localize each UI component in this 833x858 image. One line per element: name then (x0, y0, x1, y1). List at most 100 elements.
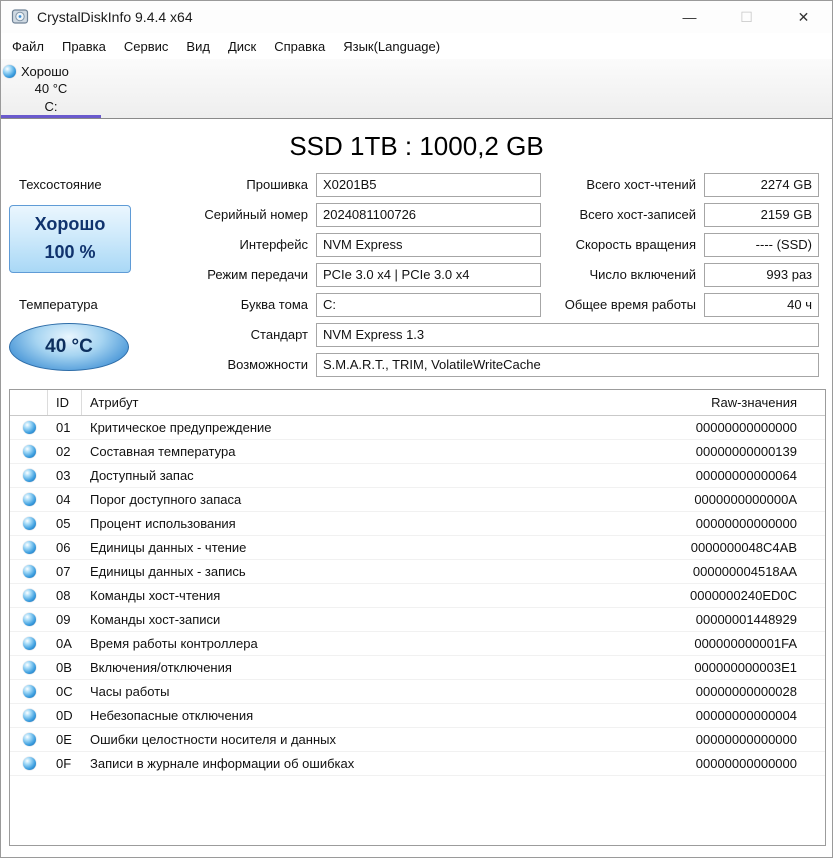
info-row: Прошивка X0201B5 (101, 173, 541, 197)
info-label: Прошивка (246, 177, 308, 192)
info-field[interactable]: 2024081100726 (316, 203, 541, 227)
info-row: Всего хост-записей 2159 GB (541, 203, 819, 227)
menu-item[interactable]: Файл (3, 35, 53, 58)
smart-raw-value: 00000000000004 (695, 708, 797, 723)
maximize-button[interactable]: ☐ (718, 1, 775, 33)
smart-id: 0D (56, 708, 73, 723)
info-field[interactable]: S.M.A.R.T., TRIM, VolatileWriteCache (316, 353, 819, 377)
info-row: Серийный номер 2024081100726 (101, 203, 541, 227)
raw-column-header[interactable]: Raw-значения (605, 390, 825, 415)
info-field[interactable]: 993 раз (704, 263, 819, 287)
smart-row[interactable]: 05 Процент использования 00000000000000 (10, 512, 825, 536)
smart-attribute: Небезопасные отключения (90, 708, 254, 723)
info-row: Стандарт NVM Express 1.3 (101, 323, 819, 347)
health-percent-text: 100 % (44, 242, 96, 262)
smart-raw-value: 00000001448929 (695, 612, 797, 627)
smart-attribute: Составная температура (90, 444, 236, 459)
smart-row[interactable]: 0D Небезопасные отключения 0000000000000… (10, 704, 825, 728)
menu-item[interactable]: Диск (219, 35, 265, 58)
menu-item[interactable]: Язык(Language) (334, 35, 449, 58)
smart-row[interactable]: 03 Доступный запас 00000000000064 (10, 464, 825, 488)
smart-raw-value: 000000000003E1 (694, 660, 797, 675)
smart-id: 0F (56, 756, 72, 771)
smart-id: 02 (56, 444, 71, 459)
info-row: Режим передачи PCIe 3.0 x4 | PCIe 3.0 x4 (101, 263, 541, 287)
drive-tab-letter: C: (44, 99, 58, 114)
drive-tab-temperature: 40 °C (34, 81, 68, 96)
smart-attribute: Включения/отключения (90, 660, 232, 675)
info-row: Общее время работы 40 ч (541, 293, 819, 317)
smart-raw-value: 0000000048C4AB (690, 540, 797, 555)
menu-item[interactable]: Справка (265, 35, 334, 58)
info-field[interactable]: 2159 GB (704, 203, 819, 227)
smart-raw-value: 00000000000000 (695, 756, 797, 771)
info-label: Скорость вращения (575, 237, 696, 252)
info-row: Интерфейс NVM Express (101, 233, 541, 257)
smart-raw-value: 000000004518AA (692, 564, 797, 579)
selected-tab-underline (1, 115, 101, 118)
info-label: Буква тома (240, 297, 308, 312)
close-button[interactable]: ✕ (775, 1, 832, 33)
smart-row[interactable]: 0F Записи в журнале информации об ошибка… (10, 752, 825, 776)
status-orb-icon (22, 565, 36, 578)
smart-row[interactable]: 0B Включения/отключения 000000000003E1 (10, 656, 825, 680)
smart-attribute: Единицы данных - чтение (90, 540, 247, 555)
smart-id: 04 (56, 492, 71, 507)
info-fields-middle: Прошивка X0201B5 Серийный номер 20240811… (101, 173, 541, 323)
smart-row[interactable]: 0E Ошибки целостности носителя и данных … (10, 728, 825, 752)
smart-row[interactable]: 09 Команды хост-записи 00000001448929 (10, 608, 825, 632)
smart-row[interactable]: 0A Время работы контроллера 000000000001… (10, 632, 825, 656)
smart-attribute: Часы работы (90, 684, 170, 699)
minimize-button[interactable]: — (661, 1, 718, 33)
info-field[interactable]: X0201B5 (316, 173, 541, 197)
status-orb-icon (22, 589, 36, 602)
smart-row[interactable]: 07 Единицы данных - запись 000000004518A… (10, 560, 825, 584)
info-label: Серийный номер (204, 207, 308, 222)
info-field[interactable]: 2274 GB (704, 173, 819, 197)
smart-row[interactable]: 06 Единицы данных - чтение 0000000048C4A… (10, 536, 825, 560)
id-column-header[interactable]: ID (48, 390, 82, 415)
status-column-header[interactable] (10, 390, 48, 415)
smart-id: 08 (56, 588, 71, 603)
smart-raw-value: 00000000000000 (695, 732, 797, 747)
info-field[interactable]: ---- (SSD) (704, 233, 819, 257)
smart-row[interactable]: 01 Критическое предупреждение 0000000000… (10, 416, 825, 440)
smart-attribute: Время работы контроллера (90, 636, 258, 651)
smart-id: 01 (56, 420, 71, 435)
info-field[interactable]: 40 ч (704, 293, 819, 317)
status-orb-icon (22, 733, 36, 746)
drive-title: SSD 1TB : 1000,2 GB (289, 131, 544, 161)
info-field[interactable]: NVM Express (316, 233, 541, 257)
status-orb-icon (22, 469, 36, 482)
title-bar: CrystalDiskInfo 9.4.4 x64 — ☐ ✕ (1, 1, 832, 33)
info-label: Возможности (227, 357, 308, 372)
health-label: Техсостояние (19, 177, 102, 192)
info-field[interactable]: C: (316, 293, 541, 317)
info-label: Всего хост-записей (579, 207, 696, 222)
drive-tab-c[interactable]: Хорошо 40 °C C: (1, 59, 101, 118)
smart-row[interactable]: 08 Команды хост-чтения 0000000240ED0C (10, 584, 825, 608)
attribute-column-header[interactable]: Атрибут (82, 390, 605, 415)
info-fields-right: Всего хост-чтений 2274 GB Всего хост-зап… (541, 173, 819, 323)
info-field[interactable]: PCIe 3.0 x4 | PCIe 3.0 x4 (316, 263, 541, 287)
info-row: Буква тома C: (101, 293, 541, 317)
smart-attribute: Ошибки целостности носителя и данных (90, 732, 336, 747)
smart-attribute: Процент использования (90, 516, 236, 531)
status-orb-icon (22, 445, 36, 458)
app-icon (11, 9, 29, 24)
menu-item[interactable]: Сервис (115, 35, 178, 58)
menu-item[interactable]: Правка (53, 35, 115, 58)
menu-item[interactable]: Вид (177, 35, 219, 58)
smart-row[interactable]: 0C Часы работы 00000000000028 (10, 680, 825, 704)
smart-attribute: Критическое предупреждение (90, 420, 272, 435)
info-label: Режим передачи (207, 267, 308, 282)
smart-row[interactable]: 02 Составная температура 00000000000139 (10, 440, 825, 464)
smart-id: 03 (56, 468, 71, 483)
info-label: Общее время работы (564, 297, 696, 312)
smart-id: 0B (56, 660, 72, 675)
status-orb-icon (22, 421, 36, 434)
smart-attribute: Порог доступного запаса (90, 492, 242, 507)
info-field[interactable]: NVM Express 1.3 (316, 323, 819, 347)
smart-row[interactable]: 04 Порог доступного запаса 0000000000000… (10, 488, 825, 512)
info-label: Число включений (589, 267, 697, 282)
